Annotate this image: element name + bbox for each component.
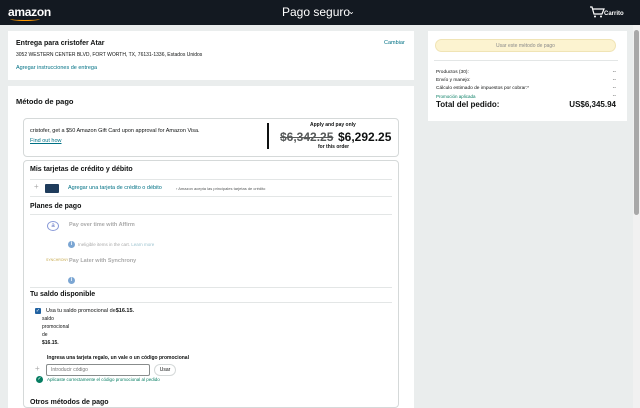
balance-amount: $16.15. bbox=[115, 308, 135, 314]
delivery-name: Entrega para cristofer Atar bbox=[16, 40, 105, 47]
page-title: Pago seguro bbox=[282, 5, 351, 19]
order-total-label: Total del pedido: bbox=[436, 100, 500, 109]
credit-card-icon bbox=[45, 184, 59, 193]
summary-items-label: Productos (30): bbox=[436, 70, 469, 75]
cart-icon[interactable] bbox=[589, 6, 605, 20]
balance-sub-4: $16.15. bbox=[42, 340, 59, 346]
promo-applied-value: -- bbox=[612, 94, 616, 99]
use-code-button[interactable]: Usar bbox=[154, 364, 176, 376]
summary-tax-value: -- bbox=[612, 86, 616, 91]
divider bbox=[434, 60, 618, 61]
change-address-link[interactable]: Cambiar bbox=[384, 40, 405, 46]
payment-method-title: Método de pago bbox=[16, 97, 74, 106]
scrollbar-thumb[interactable] bbox=[634, 30, 639, 215]
promo-applied-label: Promoción aplicada bbox=[436, 94, 476, 99]
check-circle-icon: ✓ bbox=[36, 376, 43, 383]
top-header: amazon Pago seguro ⌄ Carrito bbox=[0, 0, 640, 25]
affirm-label: Pay over time with Affirm bbox=[69, 222, 135, 228]
use-payment-method-button[interactable]: Usar este método de pago bbox=[435, 39, 616, 52]
balance-sub-2: promocional bbox=[42, 324, 70, 330]
gift-card-label: Ingresa una tarjeta regalo, un vale o un… bbox=[47, 355, 189, 361]
divider bbox=[30, 214, 392, 215]
amazon-smile-icon bbox=[10, 17, 40, 21]
synchrony-label: Pay Later with Synchrony bbox=[69, 258, 137, 264]
apply-pay-label: Apply and pay only bbox=[310, 122, 356, 128]
divider bbox=[30, 287, 392, 288]
divider bbox=[30, 179, 392, 180]
other-methods-title: Otros métodos de pago bbox=[30, 399, 109, 406]
affirm-logo-icon: a bbox=[47, 221, 59, 231]
promo-divider bbox=[267, 123, 269, 149]
balance-sub-1: saldo bbox=[42, 316, 54, 322]
summary-tax-label: Cálculo estimado de impuestos por cobrar… bbox=[436, 86, 530, 91]
add-card-note: › Amazon acepta las principales tarjetas… bbox=[176, 186, 266, 191]
for-order-label: for this order bbox=[318, 144, 350, 150]
learn-more-link[interactable]: Learn more bbox=[131, 242, 154, 247]
use-balance-checkbox[interactable]: ✓ bbox=[35, 308, 41, 314]
delivery-instructions-link[interactable]: Agregar instrucciones de entrega bbox=[16, 65, 97, 71]
use-balance-text: Usa tu saldo promocional de$16.15. bbox=[46, 308, 135, 314]
promo-text: cristofer, get a $50 Amazon Gift Card up… bbox=[30, 128, 200, 134]
cart-label[interactable]: Carrito bbox=[604, 11, 624, 17]
synchrony-logo-icon: SYNCHRONY bbox=[46, 258, 69, 262]
balance-sub-3: de bbox=[42, 332, 48, 338]
info-icon: i bbox=[68, 277, 75, 284]
payment-plans-title: Planes de pago bbox=[30, 203, 82, 210]
add-card-link[interactable]: Agregar una tarjeta de crédito o débito bbox=[68, 185, 162, 191]
find-out-how-link[interactable]: Find out how bbox=[30, 138, 62, 144]
summary-items-value: -- bbox=[612, 70, 616, 75]
divider bbox=[30, 196, 392, 197]
chevron-down-icon[interactable]: ⌄ bbox=[348, 7, 355, 16]
balance-title: Tu saldo disponible bbox=[30, 291, 96, 298]
delivery-address: 3052 WESTERN CENTER BLVD, FORT WORTH, TX… bbox=[16, 52, 203, 58]
promo-success-text: Aplicaste correctamente el código promoc… bbox=[47, 377, 160, 382]
order-total-value: US$6,345.94 bbox=[569, 100, 616, 109]
summary-shipping-label: Envío y manejo: bbox=[436, 78, 471, 83]
cards-title: Mis tarjetas de crédito y débito bbox=[30, 166, 133, 173]
new-price: $6,292.25 bbox=[338, 130, 392, 144]
summary-shipping-value: -- bbox=[612, 78, 616, 83]
plus-icon[interactable]: + bbox=[34, 182, 39, 191]
divider bbox=[30, 302, 392, 303]
info-icon: i bbox=[68, 241, 75, 248]
old-price: $6,342.25 bbox=[280, 130, 334, 144]
affirm-ineligible-note: Ineligible items in the cart. Learn more bbox=[78, 242, 155, 247]
promo-code-input[interactable] bbox=[46, 364, 150, 376]
plus-icon[interactable]: + bbox=[35, 364, 40, 373]
